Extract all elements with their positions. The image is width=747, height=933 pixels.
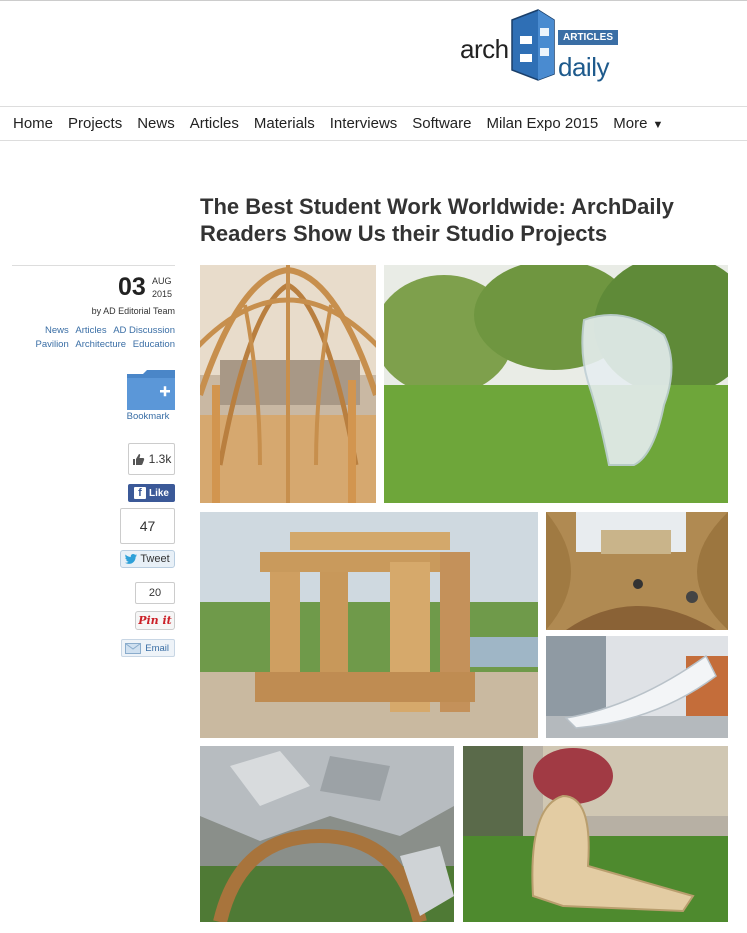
photo-wooden-frame-pavilion[interactable] [200, 512, 538, 738]
date-year: 2015 [152, 289, 173, 299]
photo-timber-shell-sculpture[interactable] [463, 746, 728, 922]
facebook-like-label: Like [148, 487, 169, 499]
author-byline: by AD Editorial Team [91, 306, 175, 316]
tag-architecture[interactable]: Architecture [75, 339, 126, 350]
nav-interviews[interactable]: Interviews [330, 115, 398, 132]
caret-down-icon: ▼ [652, 119, 664, 131]
tag-education[interactable]: Education [133, 339, 175, 350]
tag-articles[interactable]: Articles [75, 325, 106, 336]
bookmark-folder-icon[interactable] [127, 370, 175, 410]
tag-list-2: Pavilion Architecture Education [10, 339, 175, 350]
wooden-frame-image [200, 512, 538, 738]
nav-more[interactable]: More ▼ [613, 115, 663, 132]
nav-materials[interactable]: Materials [254, 115, 315, 132]
logo-arch-text: arch [460, 34, 509, 64]
facebook-like-button[interactable]: f Like [128, 484, 175, 502]
sidebar-divider [12, 265, 175, 266]
archdaily-logo[interactable]: arch ARTICLES daily [458, 8, 618, 88]
photo-hay-installation[interactable] [546, 512, 728, 630]
date-month: AUG [152, 276, 172, 286]
logo-daily-text: daily [558, 52, 609, 82]
nav-news[interactable]: News [137, 115, 175, 132]
nav-home[interactable]: Home [13, 115, 53, 132]
tag-pavilion[interactable]: Pavilion [35, 339, 68, 350]
photo-white-folded-pavilion[interactable] [546, 636, 728, 738]
building-logo-icon [511, 9, 555, 81]
bookmark-label[interactable]: Bookmark [118, 411, 178, 422]
facebook-like-count: 1.3k [128, 443, 175, 475]
photo-translucent-pavilion-lawn[interactable] [384, 265, 728, 503]
date-day: 03 [118, 273, 146, 301]
photo-metallic-canopy[interactable] [200, 746, 454, 922]
pinterest-pin-button[interactable]: Pin it [135, 611, 175, 630]
tag-news[interactable]: News [45, 325, 69, 336]
main-navigation: Home Projects News Articles Materials In… [0, 106, 747, 141]
white-folded-image [546, 636, 728, 738]
email-label: Email [145, 642, 169, 654]
article-title: The Best Student Work Worldwide: ArchDai… [200, 194, 674, 246]
photo-timber-shell-pavilion[interactable] [200, 265, 376, 503]
tag-list-1: News Articles AD Discussion [20, 325, 175, 336]
facebook-icon: f [133, 487, 146, 499]
twitter-count: 47 [120, 508, 175, 544]
timber-shell-image [200, 265, 376, 503]
tag-ad-discussion[interactable]: AD Discussion [113, 325, 175, 336]
nav-software[interactable]: Software [412, 115, 471, 132]
top-border [0, 0, 747, 1]
nav-more-label: More [613, 115, 648, 132]
envelope-icon [125, 643, 141, 654]
thumbs-up-icon [132, 453, 144, 465]
email-share-button[interactable]: Email [121, 639, 175, 657]
pinterest-count: 20 [135, 582, 175, 604]
hay-installation-image [546, 512, 728, 630]
tweet-label: Tweet [140, 553, 170, 565]
tweet-button[interactable]: Tweet [120, 550, 175, 568]
nav-articles[interactable]: Articles [190, 115, 239, 132]
nav-milan-expo[interactable]: Milan Expo 2015 [487, 115, 599, 132]
metallic-canopy-image [200, 746, 454, 922]
twitter-bird-icon [125, 554, 138, 564]
translucent-pavilion-image [384, 265, 728, 503]
facebook-count-value: 1.3k [148, 452, 172, 466]
articles-badge: ARTICLES [558, 30, 618, 45]
timber-sculpture-image [463, 746, 728, 922]
nav-projects[interactable]: Projects [68, 115, 122, 132]
